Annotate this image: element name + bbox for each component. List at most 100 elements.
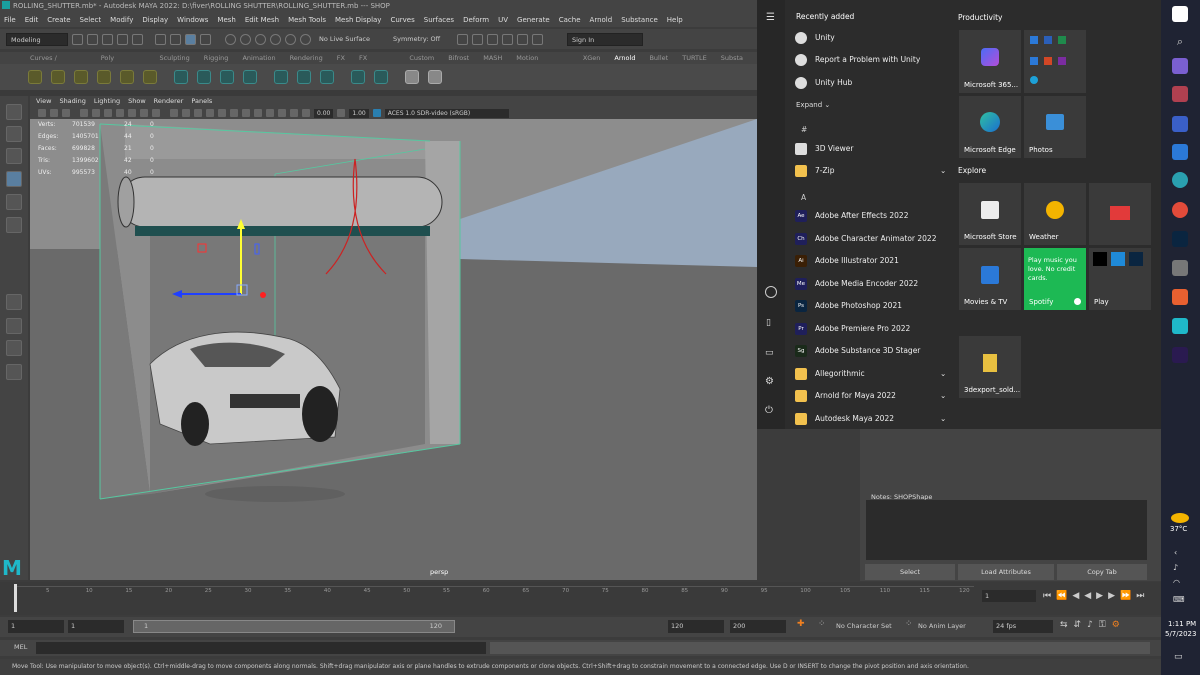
volume-icon[interactable] xyxy=(197,70,211,84)
gate-mask-icon[interactable] xyxy=(116,109,124,117)
auto-key-icon[interactable]: ✚ xyxy=(797,619,805,629)
tile-microsoft-store[interactable]: Microsoft Store xyxy=(959,183,1021,245)
step-back-icon[interactable]: ◀ xyxy=(1072,590,1079,602)
network-icon[interactable]: ◠ xyxy=(1173,578,1180,587)
select-button[interactable]: Select xyxy=(865,564,955,580)
start-icon[interactable] xyxy=(1172,6,1188,22)
shelf-tab[interactable]: Substa xyxy=(721,52,743,64)
area-light-icon[interactable] xyxy=(28,70,42,84)
outliner-icon[interactable] xyxy=(6,364,22,380)
shelf-tab[interactable]: Bifrost xyxy=(448,52,469,64)
shelf-tab[interactable]: Bullet xyxy=(649,52,668,64)
viewport-menu-panels[interactable]: Panels xyxy=(191,96,212,107)
grid-icon[interactable] xyxy=(80,109,88,117)
lasso-tool-icon[interactable] xyxy=(6,126,22,142)
show-hidden-icon[interactable]: ‹ xyxy=(1174,548,1177,557)
cache-icon[interactable]: ⇵ xyxy=(1074,620,1082,630)
viewport-3d[interactable] xyxy=(30,119,757,580)
color-management-icon[interactable] xyxy=(372,109,381,117)
physical-sky-icon[interactable] xyxy=(120,70,134,84)
aa-icon[interactable] xyxy=(254,109,262,117)
skydome-light-icon[interactable] xyxy=(97,70,111,84)
letter-hash[interactable]: # xyxy=(801,125,807,134)
app-adobe-media-encoder-2022[interactable]: Me Adobe Media Encoder 2022 xyxy=(795,276,918,292)
file-explorer-icon[interactable] xyxy=(1172,260,1188,276)
snap-view-icon[interactable] xyxy=(270,33,281,45)
film-gate-icon[interactable] xyxy=(92,109,100,117)
premiere-taskbar-icon[interactable] xyxy=(1172,347,1188,363)
menu-uv[interactable]: UV xyxy=(498,13,508,27)
lock-selection-icon[interactable] xyxy=(200,33,211,45)
menu-edit[interactable]: Edit xyxy=(25,13,39,27)
safe-action-icon[interactable] xyxy=(140,109,148,117)
viewport-menu-renderer[interactable]: Renderer xyxy=(154,96,184,107)
new-scene-icon[interactable] xyxy=(72,33,83,45)
anim-layer-icon[interactable]: ⁘ xyxy=(905,619,913,629)
gamma-field[interactable]: 1.00 xyxy=(349,108,369,118)
ipr-render-icon[interactable] xyxy=(472,33,483,45)
tile-spotify[interactable]: Play music you love. No credit cards. Sp… xyxy=(1024,248,1086,310)
safe-title-icon[interactable] xyxy=(152,109,160,117)
app-adobe-character-animator-2022[interactable]: Ch Adobe Character Animator 2022 xyxy=(795,231,936,247)
menu-windows[interactable]: Windows xyxy=(177,13,208,27)
arnold-render-icon[interactable] xyxy=(517,33,528,45)
render-settings-icon[interactable] xyxy=(487,33,498,45)
paint-select-icon[interactable] xyxy=(6,148,22,164)
lights-icon[interactable] xyxy=(218,109,226,117)
shelf-tab[interactable]: XGen xyxy=(583,52,601,64)
select-tool-icon[interactable] xyxy=(6,104,22,120)
tile-news[interactable] xyxy=(1089,183,1151,245)
step-forward-key-icon[interactable]: ⏩ xyxy=(1120,590,1131,602)
shelf-tab[interactable]: TURTLE xyxy=(682,52,706,64)
open-scene-icon[interactable] xyxy=(87,33,98,45)
shadows-icon[interactable] xyxy=(230,109,238,117)
menu-display[interactable]: Display xyxy=(142,13,168,27)
menu-substance[interactable]: Substance xyxy=(621,13,658,27)
app-autodesk-maya-2022[interactable]: Autodesk Maya 2022 ⌄ xyxy=(795,411,946,427)
app-allegorithmic[interactable]: Allegorithmic ⌄ xyxy=(795,366,946,382)
snap-grid-icon[interactable] xyxy=(225,33,236,45)
go-to-start-icon[interactable]: ⏮ xyxy=(1043,590,1051,602)
menu-help[interactable]: Help xyxy=(667,13,683,27)
notes-field[interactable] xyxy=(866,500,1147,560)
single-perspective-icon[interactable] xyxy=(6,294,22,310)
menu-edit-mesh[interactable]: Edit Mesh xyxy=(245,13,279,27)
menu-curves[interactable]: Curves xyxy=(390,13,414,27)
hamburger-icon[interactable]: ☰ xyxy=(766,12,775,23)
weather-taskbar-icon[interactable] xyxy=(1171,513,1189,523)
chrome-icon[interactable] xyxy=(1172,202,1188,218)
tile-microsoft-365[interactable]: Microsoft 365... xyxy=(959,30,1021,93)
bookmark-icon[interactable] xyxy=(50,109,58,117)
colorspace-dropdown[interactable]: ACES 1.0 SDR-video (sRGB) xyxy=(384,108,509,118)
range-end-field[interactable]: 120 xyxy=(668,620,724,633)
range-start-field[interactable]: 1 xyxy=(68,620,124,633)
photoshop-taskbar-icon[interactable] xyxy=(1172,231,1188,247)
menu-mesh-tools[interactable]: Mesh Tools xyxy=(288,13,326,27)
snap-point-icon[interactable] xyxy=(255,33,266,45)
sound-icon[interactable]: ♪ xyxy=(1087,620,1093,630)
menu-arnold[interactable]: Arnold xyxy=(590,13,613,27)
step-back-key-icon[interactable]: ⏪ xyxy=(1056,590,1067,602)
search-icon[interactable]: ⌕ xyxy=(1172,34,1188,50)
ao-icon[interactable] xyxy=(242,109,250,117)
user-icon[interactable] xyxy=(765,286,777,298)
photometric-light-icon[interactable] xyxy=(74,70,88,84)
time-slider[interactable]: 5 10 15 20 25 30 35 40 45 50 55 60 65 70 75 80 85 90 95 100… xyxy=(0,582,1161,615)
shelf-tab[interactable]: Rendering xyxy=(290,52,323,64)
save-scene-icon[interactable] xyxy=(102,33,113,45)
teams-icon[interactable] xyxy=(1172,58,1188,74)
mesh-light-icon[interactable] xyxy=(51,70,65,84)
symmetry-dropdown[interactable]: Symmetry: Off xyxy=(389,32,453,46)
xray-icon[interactable] xyxy=(290,109,298,117)
app-adobe-photoshop-2021[interactable]: Ps Adobe Photoshop 2021 xyxy=(795,298,902,314)
tile-microsoft-edge[interactable]: Microsoft Edge xyxy=(959,96,1021,158)
resolution-gate-icon[interactable] xyxy=(104,109,112,117)
exposure-field[interactable]: 0.00 xyxy=(314,108,334,118)
redo-icon[interactable] xyxy=(132,33,143,45)
viewport-menu-shading[interactable]: Shading xyxy=(59,96,85,107)
persp-graph-icon[interactable] xyxy=(6,340,22,356)
prefs-icon[interactable]: ⚙ xyxy=(1112,620,1120,630)
play-forward-icon[interactable]: ▶ xyxy=(1096,590,1103,602)
menu-select[interactable]: Select xyxy=(80,13,102,27)
menu-cache[interactable]: Cache xyxy=(559,13,581,27)
